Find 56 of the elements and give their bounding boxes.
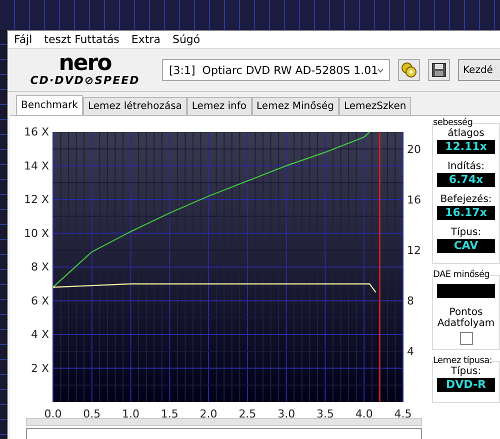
chevron-down-icon xyxy=(378,68,383,72)
right-axis-label: 16 xyxy=(407,194,421,207)
save-button[interactable] xyxy=(428,59,450,81)
discs-button[interactable] xyxy=(398,59,420,81)
readout-value: CAV xyxy=(437,239,495,253)
menu-item[interactable]: Fájl xyxy=(14,33,32,46)
logo-subtitle: CD·DVD⊘SPEED xyxy=(30,74,140,86)
readout-value: DVD-R xyxy=(437,378,495,392)
y-axis-label: 10 X xyxy=(24,226,49,240)
x-axis-label: 0.0 xyxy=(44,408,62,418)
y-axis-label: 8 X xyxy=(30,260,49,274)
readout-label: Indítás: xyxy=(447,161,485,172)
tab[interactable]: LemezSzken xyxy=(338,97,412,115)
y-axis-label: 6 X xyxy=(30,294,49,308)
menu-item[interactable]: teszt Futtatás xyxy=(44,33,120,46)
option-label: Pontos Adatfolyam xyxy=(436,307,496,329)
checkbox[interactable] xyxy=(460,332,472,345)
logo-text: nero xyxy=(58,54,112,74)
tab[interactable]: Lemez létrehozása xyxy=(82,97,187,115)
right-axis-label: 12 xyxy=(407,244,421,258)
x-axis-label: 1.5 xyxy=(160,408,178,418)
tab[interactable]: Lemez info xyxy=(186,97,252,115)
readout-value: 6.74x xyxy=(437,173,495,187)
readout-value: 16.17x xyxy=(437,206,495,220)
group-title: Lemez típusa: xyxy=(433,356,492,366)
x-axis-label: 2.5 xyxy=(238,408,256,418)
y-axis-label: 4 X xyxy=(30,328,49,341)
readout-label: Befejezés: xyxy=(440,194,492,205)
x-axis-label: 4.5 xyxy=(394,408,412,418)
readout-value: 12.11x xyxy=(437,140,495,154)
drive-dropdown[interactable]: [3:1] Optiarc DVD RW AD-5280S 1.01 xyxy=(162,59,390,81)
discs-icon xyxy=(401,62,417,78)
right-axis-label: 20 xyxy=(407,143,421,156)
menu-item[interactable]: Extra xyxy=(131,33,160,46)
right-axis-label: 4 xyxy=(407,345,414,358)
y-axis-label: 14 X xyxy=(24,159,49,172)
menu-item[interactable]: Súgó xyxy=(172,33,200,46)
y-axis-label: 2 X xyxy=(30,362,49,375)
group-title: sebesség xyxy=(433,118,473,128)
readout-label: Típus: xyxy=(450,227,482,238)
x-axis-label: 0.5 xyxy=(83,408,101,418)
readout-display xyxy=(437,284,495,298)
start-button[interactable]: Kezdé xyxy=(458,59,500,81)
y-axis-label: 12 X xyxy=(24,193,49,206)
y-axis-label: 16 X xyxy=(24,126,49,138)
readout-label: átlagos xyxy=(448,128,484,139)
right-axis-label: 8 xyxy=(407,294,414,308)
x-axis-label: 1.0 xyxy=(122,408,140,418)
tab[interactable]: Lemez Minőség xyxy=(252,97,339,115)
x-axis-label: 4.0 xyxy=(355,408,373,418)
x-axis-label: 2.0 xyxy=(200,408,218,418)
x-axis-label: 3.5 xyxy=(316,408,334,418)
x-axis-label: 3.0 xyxy=(278,408,296,418)
group-title: DAE minőség xyxy=(433,270,490,280)
readout-label: Típus: xyxy=(450,366,482,377)
tab[interactable]: Benchmark xyxy=(16,95,83,115)
